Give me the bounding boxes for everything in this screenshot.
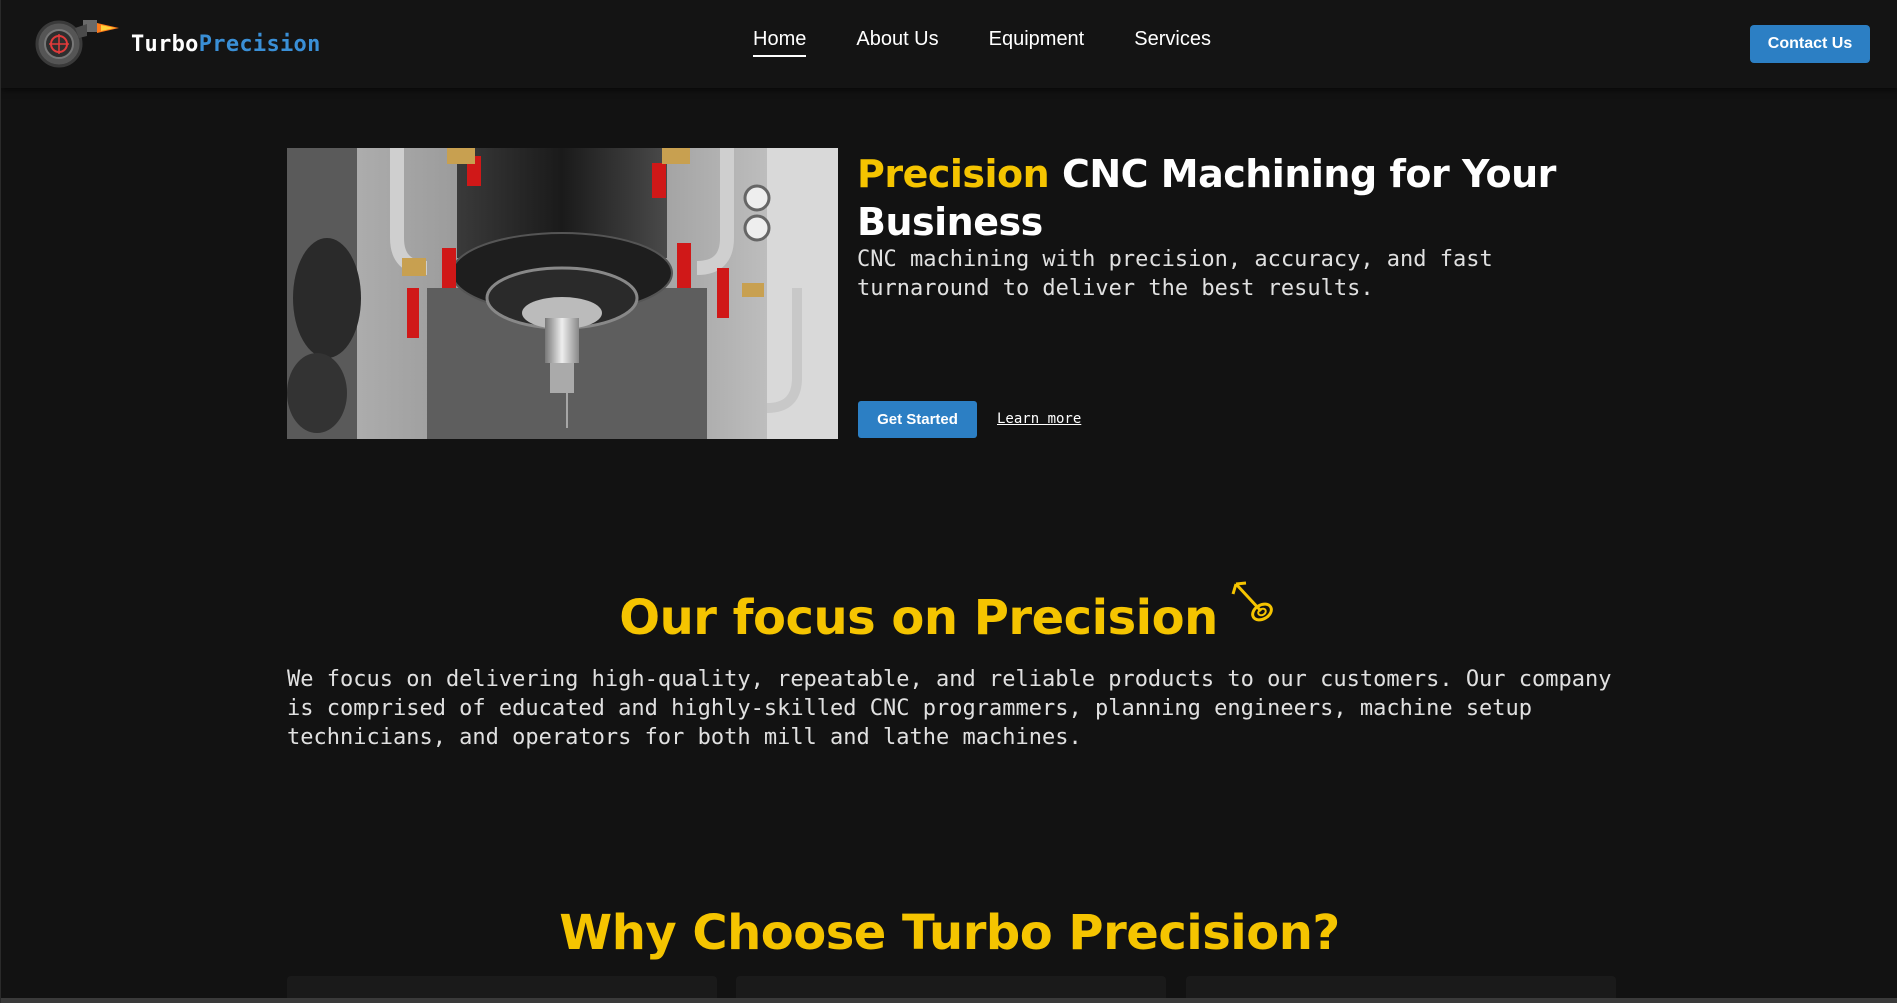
contact-us-button[interactable]: Contact Us [1750, 25, 1870, 63]
get-started-button[interactable]: Get Started [858, 401, 977, 438]
learn-more-link[interactable]: Learn more [997, 411, 1081, 427]
focus-section-text: We focus on delivering high-quality, rep… [287, 667, 1612, 750]
why-choose-title: Why Choose Turbo Precision? [559, 905, 1340, 961]
hero-title-accent: Precision [857, 152, 1050, 196]
window-bottom-edge [1, 998, 1897, 1003]
logo-text: TurboPrecision [131, 32, 321, 57]
logo-text-precision: Precision [198, 31, 321, 57]
site-header: TurboPrecision Home About Us Equipment S… [1, 0, 1897, 88]
page: TurboPrecision Home About Us Equipment S… [0, 0, 1897, 1003]
nav-services[interactable]: Services [1134, 28, 1211, 57]
focus-section-title: Our focus on Precision [1, 581, 1897, 648]
nav-home[interactable]: Home [753, 28, 807, 57]
hero-image [287, 148, 838, 439]
logo-link[interactable]: TurboPrecision [35, 14, 321, 72]
focus-title-text: Our focus on Precision [619, 590, 1218, 646]
logo-text-turbo: Turbo [131, 31, 199, 57]
hero-description: CNC machining with precision, accuracy, … [857, 247, 1493, 301]
nav-about-us[interactable]: About Us [856, 28, 938, 57]
target-arrow-icon [1230, 580, 1280, 644]
hero-title: Precision CNC Machining for Your Busines… [857, 150, 1577, 246]
turbo-logo-icon [35, 20, 119, 68]
main-nav: Home About Us Equipment Services [753, 28, 1261, 57]
nav-equipment[interactable]: Equipment [989, 28, 1085, 57]
cnc-spindle-photo [287, 148, 838, 439]
